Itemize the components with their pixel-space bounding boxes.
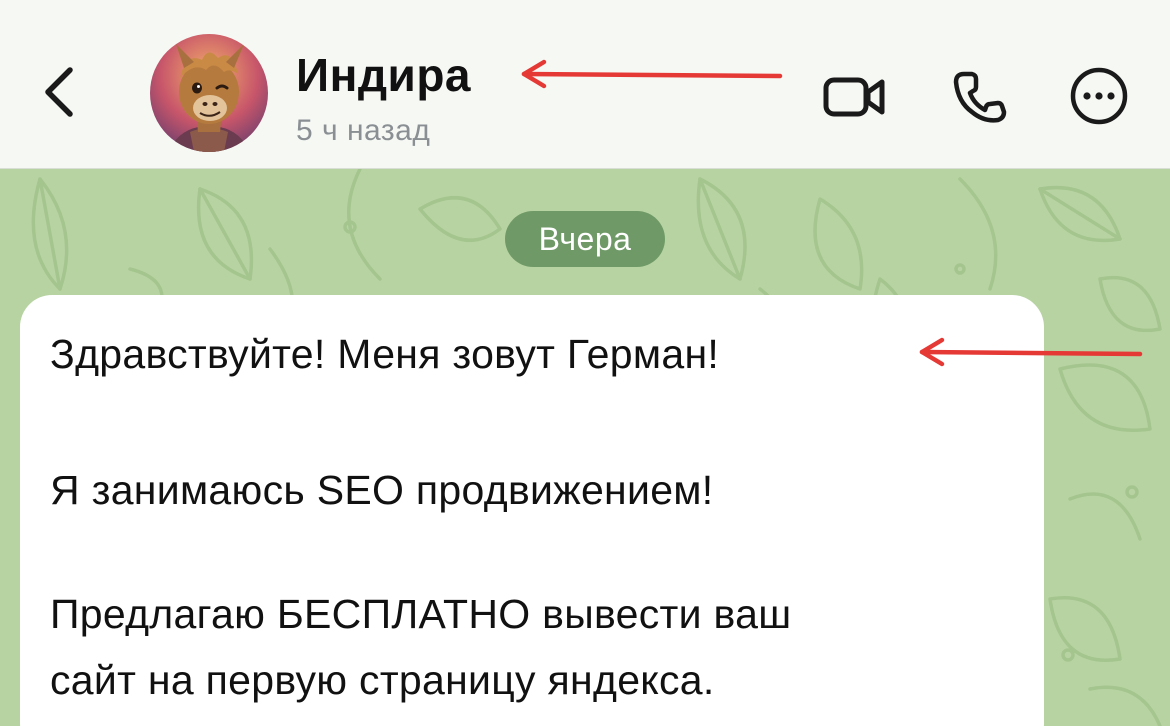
message-line: Я занимаюсь SEO продвижением!	[50, 467, 714, 513]
more-circle-icon	[1070, 67, 1128, 125]
message-line: Здравствуйте! Меня зовут Герман!	[50, 331, 720, 377]
phone-icon	[953, 71, 1007, 123]
last-seen-status: 5 ч назад	[296, 114, 431, 147]
voice-call-button[interactable]	[946, 66, 1012, 126]
contact-name[interactable]: Индира	[296, 48, 471, 102]
video-camera-icon	[823, 77, 885, 117]
chevron-left-icon	[45, 67, 73, 117]
video-call-button[interactable]	[822, 66, 888, 126]
chat-area: Вчера Здравствуйте! Меня зовут Герман! Я…	[0, 169, 1170, 726]
message-line: сайт на первую страницу яндекса.	[50, 657, 715, 703]
chat-header: Индира 5 ч назад	[0, 0, 1170, 169]
message-line: Предлагаю БЕСПЛАТНО вывести ваш	[50, 591, 792, 637]
incoming-message-bubble[interactable]: Здравствуйте! Меня зовут Герман! Я заним…	[20, 295, 1044, 726]
contact-avatar[interactable]	[150, 34, 268, 152]
date-separator: Вчера	[505, 211, 665, 267]
more-options-button[interactable]	[1066, 66, 1132, 126]
back-button[interactable]	[40, 62, 84, 122]
